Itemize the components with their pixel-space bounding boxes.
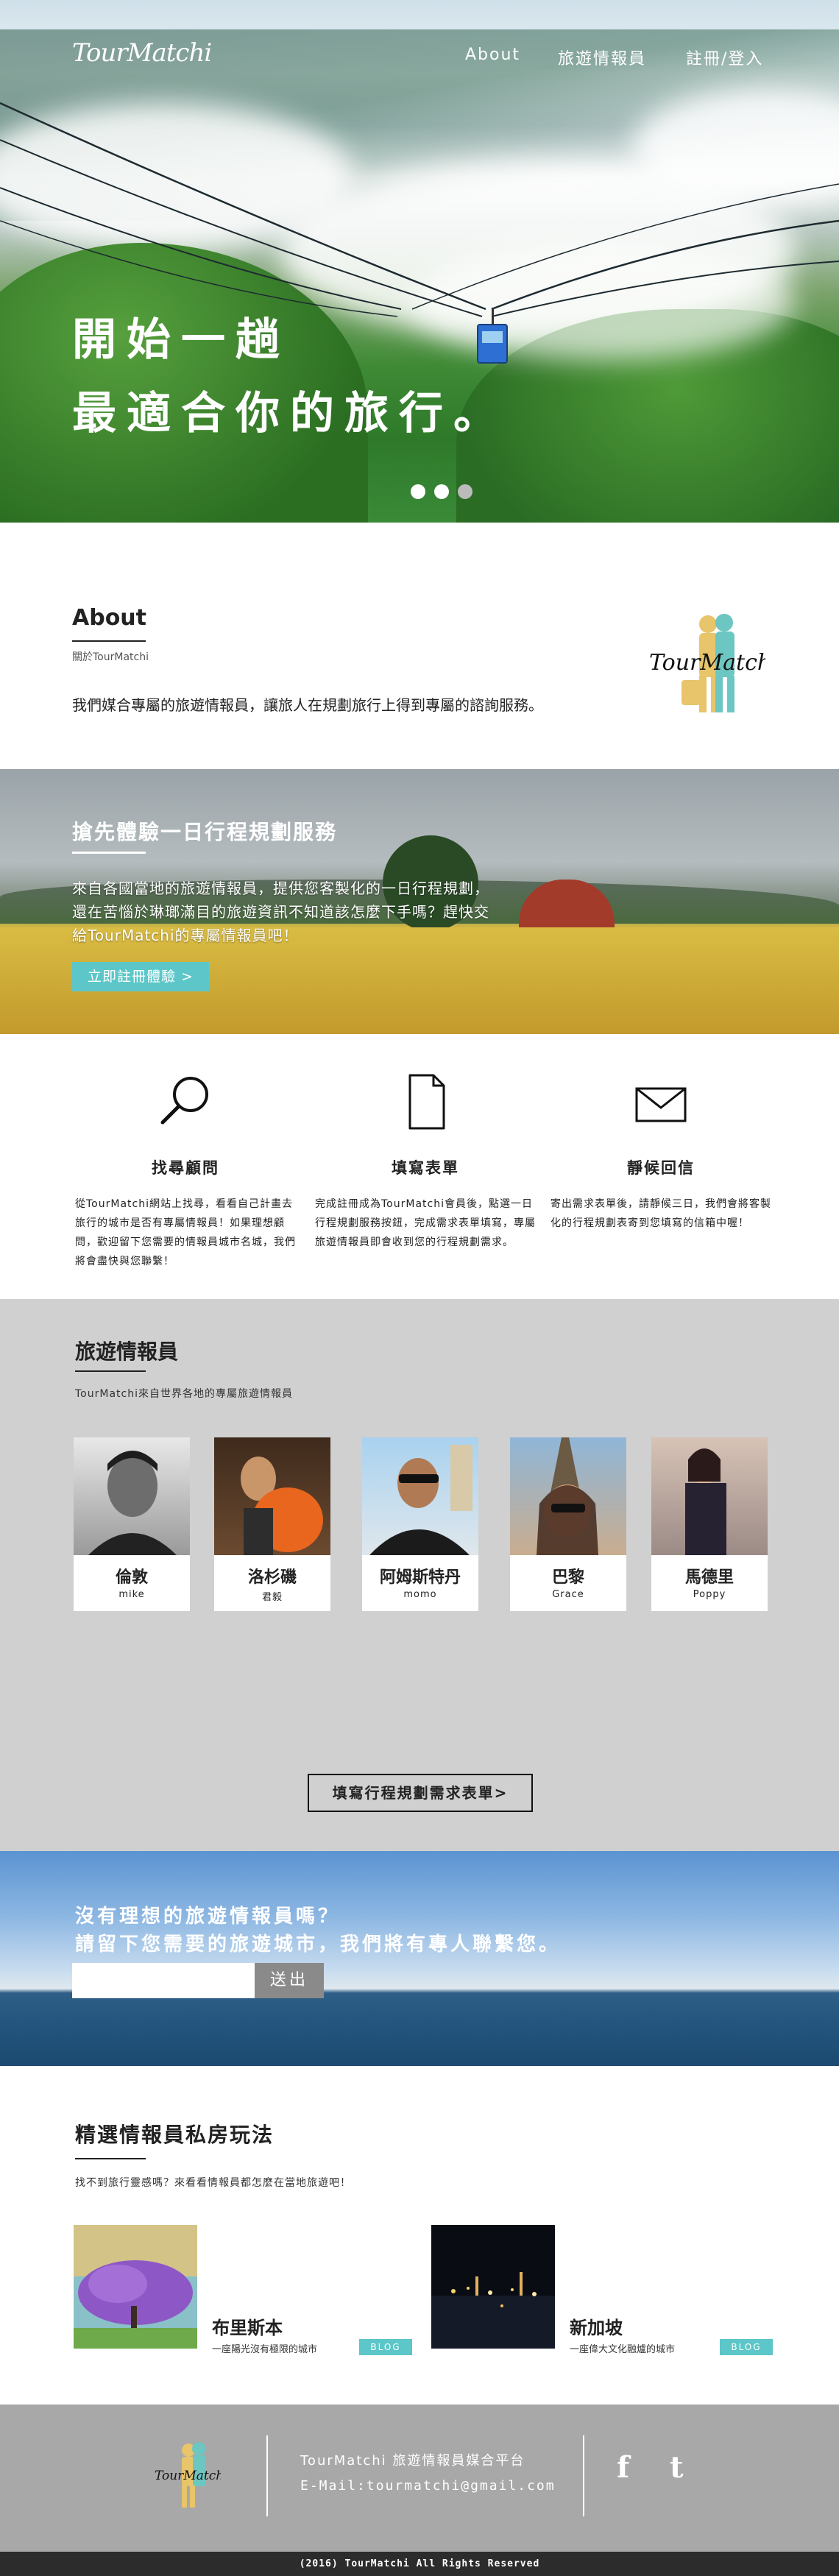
- guide-name: mike: [118, 1589, 145, 1600]
- carousel-dots: [411, 484, 472, 499]
- blog-tag[interactable]: BLOG: [720, 2339, 773, 2355]
- guides-title: 旅遊情報員: [75, 1340, 179, 1364]
- guide-city: 巴黎: [551, 1568, 584, 1587]
- blog-title: 精選情報員私房玩法: [75, 2123, 275, 2147]
- blog-section: 精選情報員私房玩法 找不到旅行靈感嗎？來看看情報員都怎麼在當地旅遊吧！ 布里斯本…: [0, 2066, 839, 2405]
- trial-line: 還在苦惱於琳瑯滿目的旅遊資訊不知道該怎麼下手嗎？趕快交: [72, 903, 489, 921]
- trial-line: 來自各國當地的旅遊情報員，提供您客製化的一日行程規劃，: [72, 880, 489, 897]
- copyright: (2016) TourMatchi All Rights Reserved: [0, 2552, 839, 2576]
- title-underline: [75, 1370, 146, 1372]
- request-heading: 沒有理想的旅遊情報員嗎？: [75, 1906, 341, 1928]
- guide-card[interactable]: 洛杉磯 君毅: [214, 1437, 330, 1611]
- request-form-button[interactable]: 填寫行程規劃需求表單>: [308, 1774, 533, 1812]
- footer-platform-name: TourMatchi 旅遊情報員媒合平台: [300, 2453, 525, 2469]
- guide-card[interactable]: 巴黎 Grace: [510, 1437, 626, 1611]
- trial-banner: 搶先體驗一日行程規劃服務 來自各國當地的旅遊情報員，提供您客製化的一日行程規劃，…: [0, 769, 839, 1034]
- guide-name: momo: [403, 1589, 437, 1600]
- guides-subtitle: TourMatchi來自世界各地的專屬旅遊情報員: [75, 1388, 293, 1400]
- guide-card[interactable]: 倫敦 mike: [74, 1437, 190, 1611]
- guide-name: Grace: [552, 1589, 584, 1600]
- guide-photo: [362, 1437, 478, 1555]
- guide-name: 君毅: [261, 1592, 283, 1603]
- blog-photo: [74, 2225, 197, 2349]
- about-description: 我們媒合專屬的旅遊情報員，讓旅人在規劃旅行上得到專屬的諮詢服務。: [72, 696, 543, 714]
- step-find-guide: 找尋顧問 從TourMatchi網站上找尋，看看自己計畫去旅行的城市是否有專屬情…: [75, 1069, 296, 1271]
- nav-about[interactable]: About: [465, 46, 520, 64]
- document-icon: [408, 1074, 445, 1130]
- step-title: 找尋顧問: [152, 1159, 219, 1177]
- title-underline: [75, 2158, 146, 2159]
- site-logo[interactable]: TourMatchi: [72, 38, 212, 68]
- blog-post-title: 新加坡: [570, 2318, 623, 2338]
- blog-subtitle: 找不到旅行靈感嗎？來看看情報員都怎麼在當地旅遊吧！: [75, 2177, 351, 2189]
- hero-line-2: 最適合你的旅行。: [72, 388, 508, 439]
- about-section: About 關於TourMatchi 我們媒合專屬的旅遊情報員，讓旅人在規劃旅行…: [0, 523, 839, 769]
- guide-photo: [214, 1437, 330, 1555]
- title-underline: [72, 852, 146, 854]
- city-request-banner: 沒有理想的旅遊情報員嗎？ 請留下您需要的旅遊城市，我們將有專人聯繫您。 送出: [0, 1851, 839, 2066]
- guide-name: Poppy: [693, 1589, 726, 1600]
- blog-post-title: 布里斯本: [212, 2318, 283, 2338]
- guide-city: 洛杉磯: [247, 1568, 297, 1587]
- trial-description: 來自各國當地的旅遊情報員，提供您客製化的一日行程規劃， 還在苦惱於琳瑯滿目的旅遊…: [72, 877, 543, 947]
- site-footer: TourMatchi TourMatchi 旅遊情報員媒合平台 E-Mail:t…: [0, 2405, 839, 2552]
- hero-headline: 開始一趟 最適合你的旅行。: [72, 303, 508, 450]
- step-fill-form: 填寫表單 完成註冊成為TourMatchi會員後，點選一日行程規劃服務按鈕，完成…: [315, 1069, 536, 1252]
- guides-section: 旅遊情報員 TourMatchi來自世界各地的專屬旅遊情報員 倫敦 mike 洛…: [0, 1299, 839, 1851]
- search-icon: [160, 1077, 208, 1125]
- footer-divider: [266, 2435, 268, 2516]
- submit-button[interactable]: 送出: [255, 1963, 324, 1998]
- hero-line-1: 開始一趟: [72, 314, 290, 366]
- nav-login[interactable]: 註冊/登入: [686, 46, 763, 69]
- step-title: 填寫表單: [392, 1159, 459, 1177]
- trial-line: 給TourMatchi的專屬情報員吧！: [72, 927, 299, 944]
- guide-photo: [510, 1437, 626, 1555]
- brand-mascot-logo: TourMatchi: [649, 614, 765, 712]
- carousel-dot[interactable]: [411, 484, 425, 499]
- facebook-icon[interactable]: f: [617, 2450, 629, 2485]
- step-text: 從TourMatchi網站上找尋，看看自己計畫去旅行的城市是否有專屬情報員！如果…: [75, 1198, 296, 1267]
- guide-city: 阿姆斯特丹: [379, 1568, 461, 1587]
- blog-tag[interactable]: BLOG: [359, 2339, 412, 2355]
- footer-email[interactable]: E-Mail:tourmatchi@gmail.com: [300, 2478, 556, 2494]
- guide-photo: [651, 1437, 768, 1555]
- request-subheading: 請留下您需要的旅遊城市，我們將有專人聯繫您。: [75, 1933, 562, 1956]
- step-title: 靜候回信: [627, 1159, 695, 1177]
- nav-guides[interactable]: 旅遊情報員: [558, 46, 646, 69]
- guide-card[interactable]: 馬德里 Poppy: [651, 1437, 768, 1611]
- step-await-reply: 靜候回信 寄出需求表單後，請靜候三日，我們會將客製化的行程規劃表寄到您填寫的信箱…: [551, 1069, 771, 1233]
- blog-post-caption: 一座偉大文化融爐的城市: [570, 2344, 676, 2355]
- envelope-icon: [635, 1087, 687, 1122]
- guide-card[interactable]: 阿姆斯特丹 momo: [362, 1437, 478, 1611]
- blog-photo: [431, 2225, 555, 2349]
- step-text: 寄出需求表單後，請靜候三日，我們會將客製化的行程規劃表寄到您填寫的信箱中喔！: [551, 1198, 771, 1229]
- footer-logo[interactable]: TourMatchi: [155, 2440, 221, 2509]
- svg-text:TourMatchi: TourMatchi: [155, 2469, 221, 2483]
- footer-divider: [583, 2435, 584, 2516]
- title-underline: [72, 640, 146, 642]
- city-input[interactable]: [72, 1963, 255, 1998]
- twitter-icon[interactable]: t: [670, 2450, 683, 2485]
- about-title: About: [72, 605, 147, 631]
- guide-city: 倫敦: [115, 1568, 148, 1587]
- register-trial-button[interactable]: 立即註冊體驗 >: [72, 962, 209, 991]
- carousel-dot[interactable]: [434, 484, 449, 499]
- hero-banner: TourMatchi About 旅遊情報員 註冊/登入 開始一趟 最適合你的旅…: [0, 0, 839, 523]
- svg-text:TourMatchi: TourMatchi: [649, 650, 765, 676]
- carousel-dot[interactable]: [458, 484, 472, 499]
- guide-city: 馬德里: [684, 1568, 734, 1587]
- how-it-works: 找尋顧問 從TourMatchi網站上找尋，看看自己計畫去旅行的城市是否有專屬情…: [0, 1034, 839, 1299]
- guide-photo: [74, 1437, 190, 1555]
- step-text: 完成註冊成為TourMatchi會員後，點選一日行程規劃服務按鈕，完成需求表單填…: [315, 1198, 536, 1248]
- trial-title: 搶先體驗一日行程規劃服務: [72, 820, 338, 844]
- about-subtitle: 關於TourMatchi: [72, 651, 149, 663]
- blog-post-caption: 一座陽光沒有極限的城市: [212, 2344, 318, 2355]
